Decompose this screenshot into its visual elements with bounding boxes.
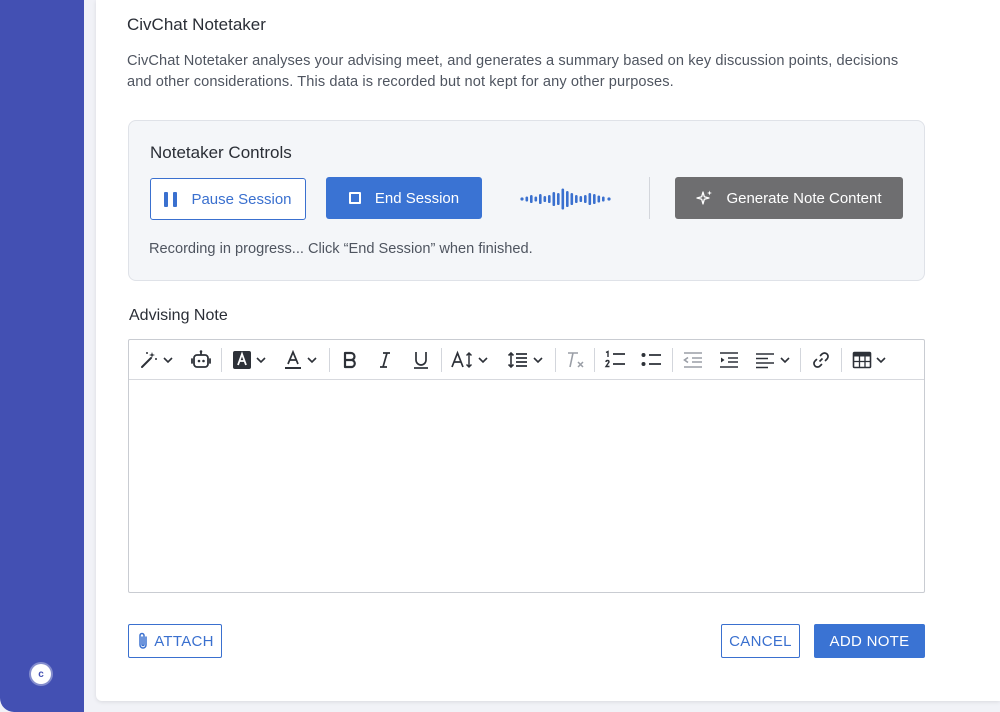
- line-height-dropdown[interactable]: [507, 348, 544, 372]
- text-color-dropdown[interactable]: [283, 348, 318, 372]
- stop-icon: [348, 192, 361, 204]
- magic-wand-icon: [141, 352, 157, 368]
- toolbar-divider: [221, 348, 222, 372]
- advising-note-editor: [128, 339, 925, 593]
- left-sidebar: c: [0, 0, 84, 712]
- indent-button[interactable]: [718, 348, 740, 372]
- pause-session-button[interactable]: Pause Session: [150, 178, 306, 220]
- table-icon: [852, 351, 872, 369]
- table-dropdown[interactable]: [852, 348, 887, 372]
- bullet-list-button[interactable]: [640, 348, 662, 372]
- sparkle-icon: [696, 190, 713, 205]
- notetaker-controls: Notetaker Controls Pause Session End Ses…: [128, 120, 925, 281]
- link-button[interactable]: [811, 348, 831, 372]
- text-color-icon: [285, 350, 301, 369]
- toolbar-divider: [555, 348, 556, 372]
- bullet-list-icon: [641, 353, 661, 366]
- controls-title: Notetaker Controls: [150, 143, 292, 162]
- clear-format-icon: [568, 352, 584, 368]
- cancel-label: CANCEL: [729, 632, 792, 650]
- link-icon: [813, 352, 829, 368]
- attach-button[interactable]: ATTACH: [128, 624, 222, 658]
- bold-icon: [343, 351, 356, 369]
- chevron-down-icon: [256, 357, 266, 364]
- civchat-logo-icon[interactable]: c: [31, 664, 51, 684]
- end-session-button[interactable]: End Session: [326, 177, 482, 219]
- generate-note-content-label: Generate Note Content: [726, 189, 882, 207]
- chevron-down-icon: [533, 357, 543, 364]
- numbered-list-button[interactable]: [604, 348, 626, 372]
- notetaker-panel: CivChat Notetaker CivChat Notetaker anal…: [96, 0, 1000, 701]
- toolbar-divider: [441, 348, 442, 372]
- toolbar-divider: [594, 348, 595, 372]
- controls-divider: [649, 177, 650, 219]
- numbered-list-icon: [604, 350, 625, 368]
- editor-toolbar: [129, 340, 924, 380]
- paperclip-icon: [139, 632, 147, 649]
- chevron-down-icon: [876, 357, 886, 364]
- toolbar-divider: [841, 348, 842, 372]
- end-session-label: End Session: [374, 189, 460, 207]
- align-left-icon: [756, 353, 774, 369]
- highlight-color-dropdown[interactable]: [232, 348, 267, 372]
- ai-assistant-icon: [191, 350, 211, 368]
- audio-waveform-icon: [520, 188, 611, 210]
- toolbar-divider: [329, 348, 330, 372]
- recording-status: Recording in progress... Click “End Sess…: [149, 241, 533, 257]
- italic-icon: [380, 352, 390, 368]
- toolbar-divider: [672, 348, 673, 372]
- ai-assistant-button[interactable]: [190, 348, 212, 372]
- align-dropdown[interactable]: [754, 348, 791, 372]
- chevron-down-icon: [780, 357, 790, 364]
- bold-button[interactable]: [340, 348, 360, 372]
- add-note-button[interactable]: ADD NOTE: [814, 624, 925, 658]
- indent-icon: [720, 352, 738, 368]
- toolbar-divider: [800, 348, 801, 372]
- magic-wand-dropdown[interactable]: [139, 348, 174, 372]
- line-height-icon: [507, 351, 527, 369]
- notetaker-description: CivChat Notetaker analyses your advising…: [127, 53, 899, 90]
- attach-label: ATTACH: [154, 632, 214, 650]
- notetaker-title: CivChat Notetaker: [127, 15, 266, 34]
- advising-note-label: Advising Note: [129, 307, 228, 324]
- cancel-button[interactable]: CANCEL: [721, 624, 800, 658]
- add-note-label: ADD NOTE: [829, 632, 910, 650]
- pause-icon: [164, 191, 178, 207]
- underline-icon: [414, 352, 428, 369]
- outdent-button[interactable]: [682, 348, 704, 372]
- chevron-down-icon: [478, 357, 488, 364]
- font-size-dropdown[interactable]: [450, 348, 489, 372]
- chevron-down-icon: [307, 357, 317, 364]
- underline-button[interactable]: [411, 348, 431, 372]
- outdent-icon: [683, 352, 702, 368]
- note-text-area[interactable]: [129, 381, 924, 592]
- font-size-icon: [451, 350, 473, 369]
- generate-note-content-button[interactable]: Generate Note Content: [675, 177, 903, 219]
- italic-button[interactable]: [375, 348, 395, 372]
- pause-session-label: Pause Session: [191, 190, 292, 208]
- chevron-down-icon: [163, 357, 173, 364]
- clear-format-button[interactable]: [565, 348, 587, 372]
- highlight-color-icon: [233, 351, 251, 369]
